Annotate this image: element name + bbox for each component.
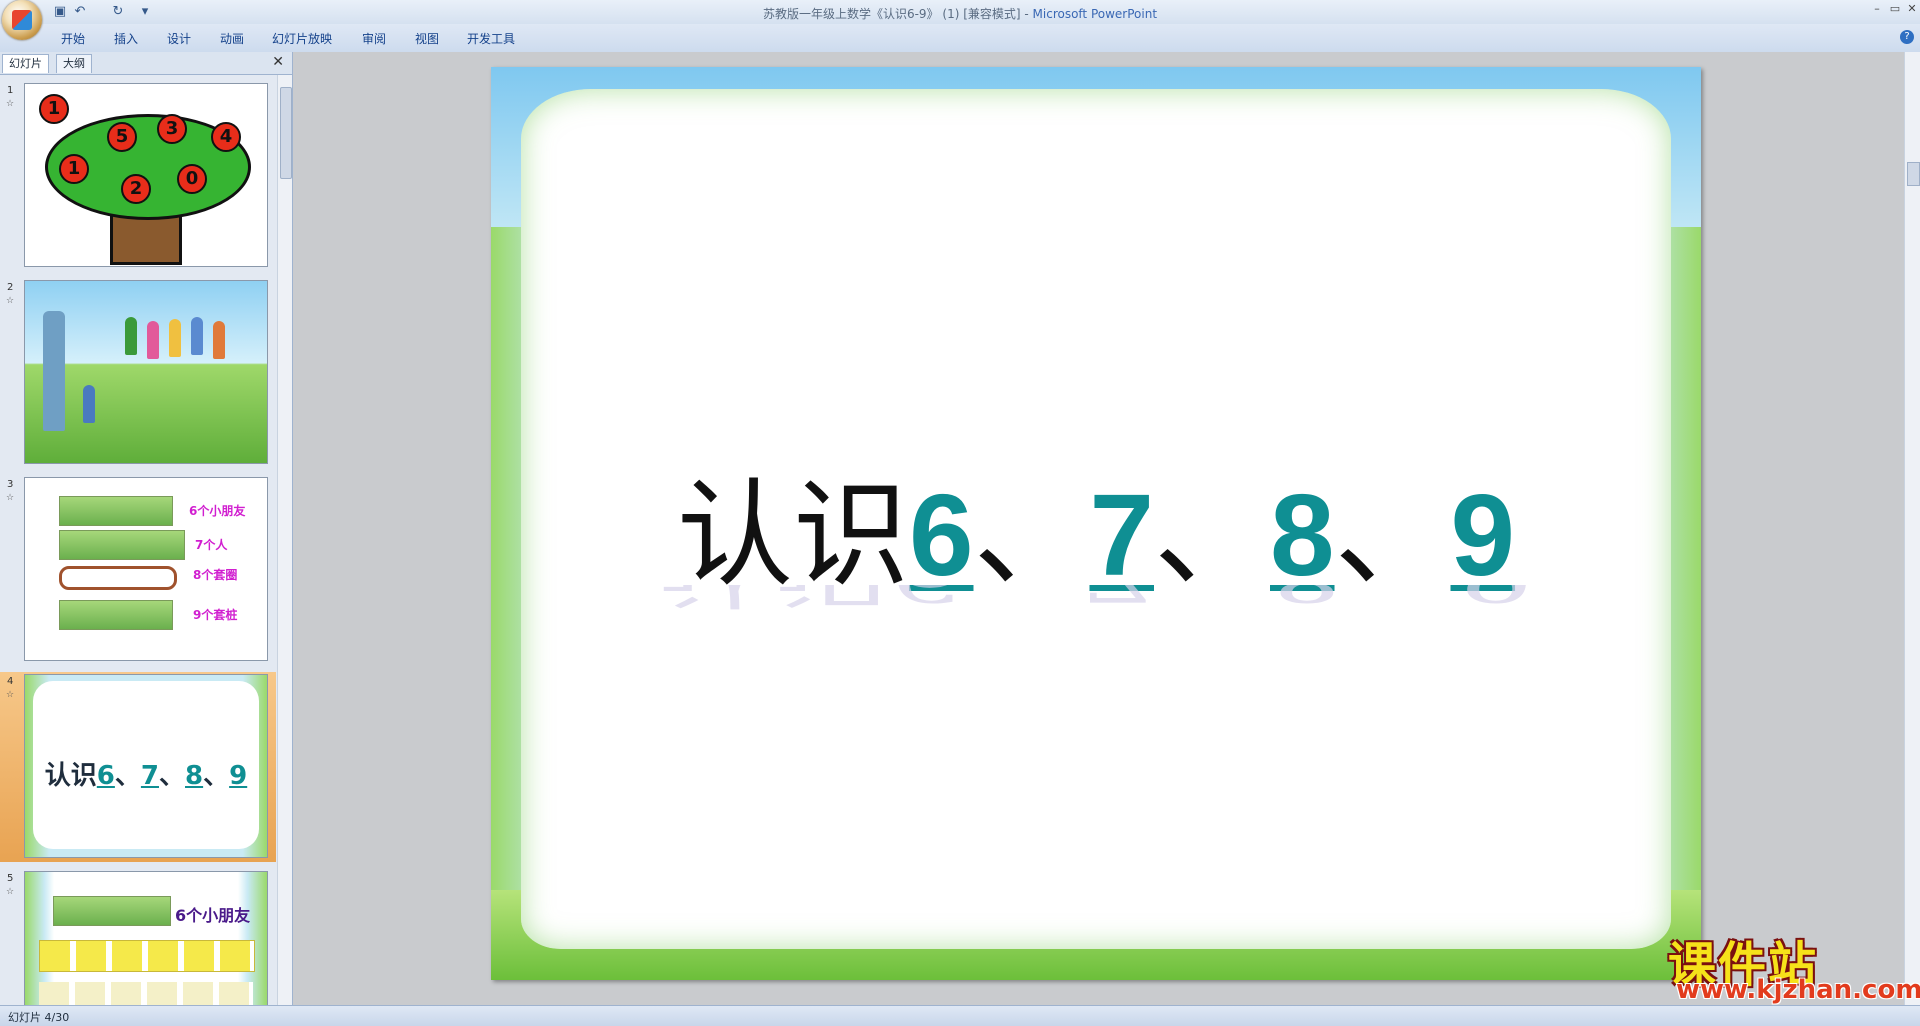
panel-scrollbar[interactable] bbox=[277, 75, 292, 1005]
watermark: 课件站 www.kjzhan.com bbox=[1668, 925, 1920, 1005]
child-figure bbox=[125, 317, 137, 355]
apple: 0 bbox=[177, 164, 207, 194]
teacher-figure bbox=[43, 311, 65, 431]
slide-number: 5 bbox=[7, 873, 14, 884]
office-logo-icon bbox=[12, 10, 32, 30]
child-figure bbox=[213, 321, 225, 359]
help-icon[interactable]: ? bbox=[1900, 30, 1914, 44]
slide-2-preview bbox=[24, 280, 268, 464]
picture-strip bbox=[53, 896, 171, 926]
number-7: 7 bbox=[1089, 470, 1154, 600]
watermark-url: www.kjzhan.com bbox=[1676, 975, 1920, 1005]
slide-3-preview: 6个小朋友 7个人 8个套圈 9个套桩 bbox=[24, 477, 268, 661]
scrollbar-thumb[interactable] bbox=[1907, 162, 1920, 186]
slide-indicator: 幻灯片 4/30 bbox=[8, 1011, 70, 1024]
apple: 1 bbox=[39, 94, 69, 124]
count-label: 6个小朋友 bbox=[189, 504, 246, 518]
count-label: 8个套圈 bbox=[193, 568, 238, 582]
current-slide[interactable]: 认识6、7、8、9 认识6、7、8、9 bbox=[491, 67, 1701, 980]
count-label: 6个小朋友 bbox=[175, 906, 251, 925]
tab-outline[interactable]: 大纲 bbox=[56, 54, 92, 73]
apple: 1 bbox=[59, 154, 89, 184]
apple: 2 bbox=[121, 174, 151, 204]
animation-marker-icon: ☆ bbox=[6, 99, 15, 109]
ribbon-tabs: 开始 插入 设计 动画 幻灯片放映 审阅 视图 开发工具 ? bbox=[0, 24, 1920, 53]
slides-panel: 幻灯片 大纲 ✕ 1 ☆ 1 5 3 4 1 2 0 2 ☆ 3 ☆ 6个小朋友… bbox=[0, 52, 293, 1005]
slide-4-preview: 认识6、7、8、9 bbox=[24, 674, 268, 858]
separator: 、 bbox=[1154, 468, 1270, 603]
title-prefix: 认识 bbox=[676, 468, 909, 603]
title-reflection: 认识6、7、8、9 bbox=[491, 585, 1701, 615]
slide-4-title: 认识6、7、8、9 bbox=[44, 761, 248, 791]
maximize-button[interactable]: ▭ bbox=[1886, 2, 1904, 16]
animation-marker-icon: ☆ bbox=[6, 296, 15, 306]
tab-animation[interactable]: 动画 bbox=[220, 30, 244, 47]
thumbnail-slide-3[interactable]: 3 ☆ 6个小朋友 7个人 8个套圈 9个套桩 bbox=[0, 475, 276, 665]
child-figure bbox=[191, 317, 203, 355]
thumbnail-list: 1 ☆ 1 5 3 4 1 2 0 2 ☆ 3 ☆ 6个小朋友 7个人 8个套圈… bbox=[0, 75, 276, 1005]
number-8: 8 bbox=[1270, 470, 1335, 600]
child-figure bbox=[147, 321, 159, 359]
strawberry-row bbox=[39, 940, 255, 972]
app-name: Microsoft PowerPoint bbox=[1032, 7, 1158, 21]
tab-insert[interactable]: 插入 bbox=[114, 30, 138, 47]
document-title: 苏教版一年级上数学《认识6-9》 (1) [兼容模式] - bbox=[762, 7, 1033, 21]
child-figure bbox=[169, 319, 181, 357]
picture-strip bbox=[59, 530, 185, 560]
status-bar: 幻灯片 4/30 bbox=[0, 1005, 1920, 1026]
slide-editor: 认识6、7、8、9 认识6、7、8、9 bbox=[293, 52, 1920, 1005]
thumbnail-slide-2[interactable]: 2 ☆ bbox=[0, 278, 276, 468]
window-title: 苏教版一年级上数学《认识6-9》 (1) [兼容模式] - Microsoft … bbox=[0, 5, 1920, 22]
count-label: 7个人 bbox=[195, 538, 228, 552]
number-9: 9 bbox=[1450, 470, 1516, 600]
tab-view[interactable]: 视图 bbox=[415, 30, 439, 47]
thumbnail-slide-1[interactable]: 1 ☆ 1 5 3 4 1 2 0 bbox=[0, 81, 276, 271]
slide-number: 2 bbox=[7, 282, 14, 293]
separator: 、 bbox=[973, 468, 1090, 603]
panel-tabs: 幻灯片 大纲 ✕ bbox=[0, 52, 292, 75]
picture-strip bbox=[59, 496, 173, 526]
animation-marker-icon: ☆ bbox=[6, 493, 15, 503]
slide-number: 1 bbox=[7, 85, 14, 96]
close-button[interactable]: ✕ bbox=[1903, 2, 1920, 16]
scrollbar-thumb[interactable] bbox=[280, 87, 292, 179]
animation-marker-icon: ☆ bbox=[6, 690, 15, 700]
slide-number: 4 bbox=[7, 676, 14, 687]
tab-slides[interactable]: 幻灯片 bbox=[2, 54, 49, 73]
count-label: 9个套桩 bbox=[193, 608, 238, 622]
panel-close-icon[interactable]: ✕ bbox=[272, 54, 284, 70]
thumbnail-slide-4[interactable]: 4 ☆ 认识6、7、8、9 bbox=[0, 672, 276, 862]
picture-strip bbox=[59, 600, 173, 630]
office-button[interactable] bbox=[2, 0, 42, 40]
thumbnail-slide-5[interactable]: 5 ☆ 6个小朋友 bbox=[0, 869, 276, 1005]
apple: 3 bbox=[157, 114, 187, 144]
apple: 5 bbox=[107, 122, 137, 152]
tab-developer[interactable]: 开发工具 bbox=[467, 30, 515, 47]
tab-review[interactable]: 审阅 bbox=[362, 30, 386, 47]
slide-number: 3 bbox=[7, 479, 14, 490]
apple: 4 bbox=[211, 122, 241, 152]
slide-5-preview: 6个小朋友 bbox=[24, 871, 268, 1005]
number-6: 6 bbox=[908, 470, 974, 600]
tab-design[interactable]: 设计 bbox=[167, 30, 191, 47]
tab-home[interactable]: 开始 bbox=[61, 30, 85, 47]
separator: 、 bbox=[1334, 468, 1451, 603]
child-figure bbox=[83, 385, 95, 423]
title-bar: ▣ ↶ ↻ ▾ 苏教版一年级上数学《认识6-9》 (1) [兼容模式] - Mi… bbox=[0, 0, 1920, 40]
slide-1-preview: 1 5 3 4 1 2 0 bbox=[24, 83, 268, 267]
tab-slideshow[interactable]: 幻灯片放映 bbox=[272, 30, 332, 47]
minimize-button[interactable]: – bbox=[1868, 2, 1886, 16]
duck-row bbox=[39, 982, 253, 1005]
rings-strip bbox=[59, 566, 177, 590]
editor-scrollbar[interactable] bbox=[1904, 52, 1920, 1005]
animation-marker-icon: ☆ bbox=[6, 887, 15, 897]
